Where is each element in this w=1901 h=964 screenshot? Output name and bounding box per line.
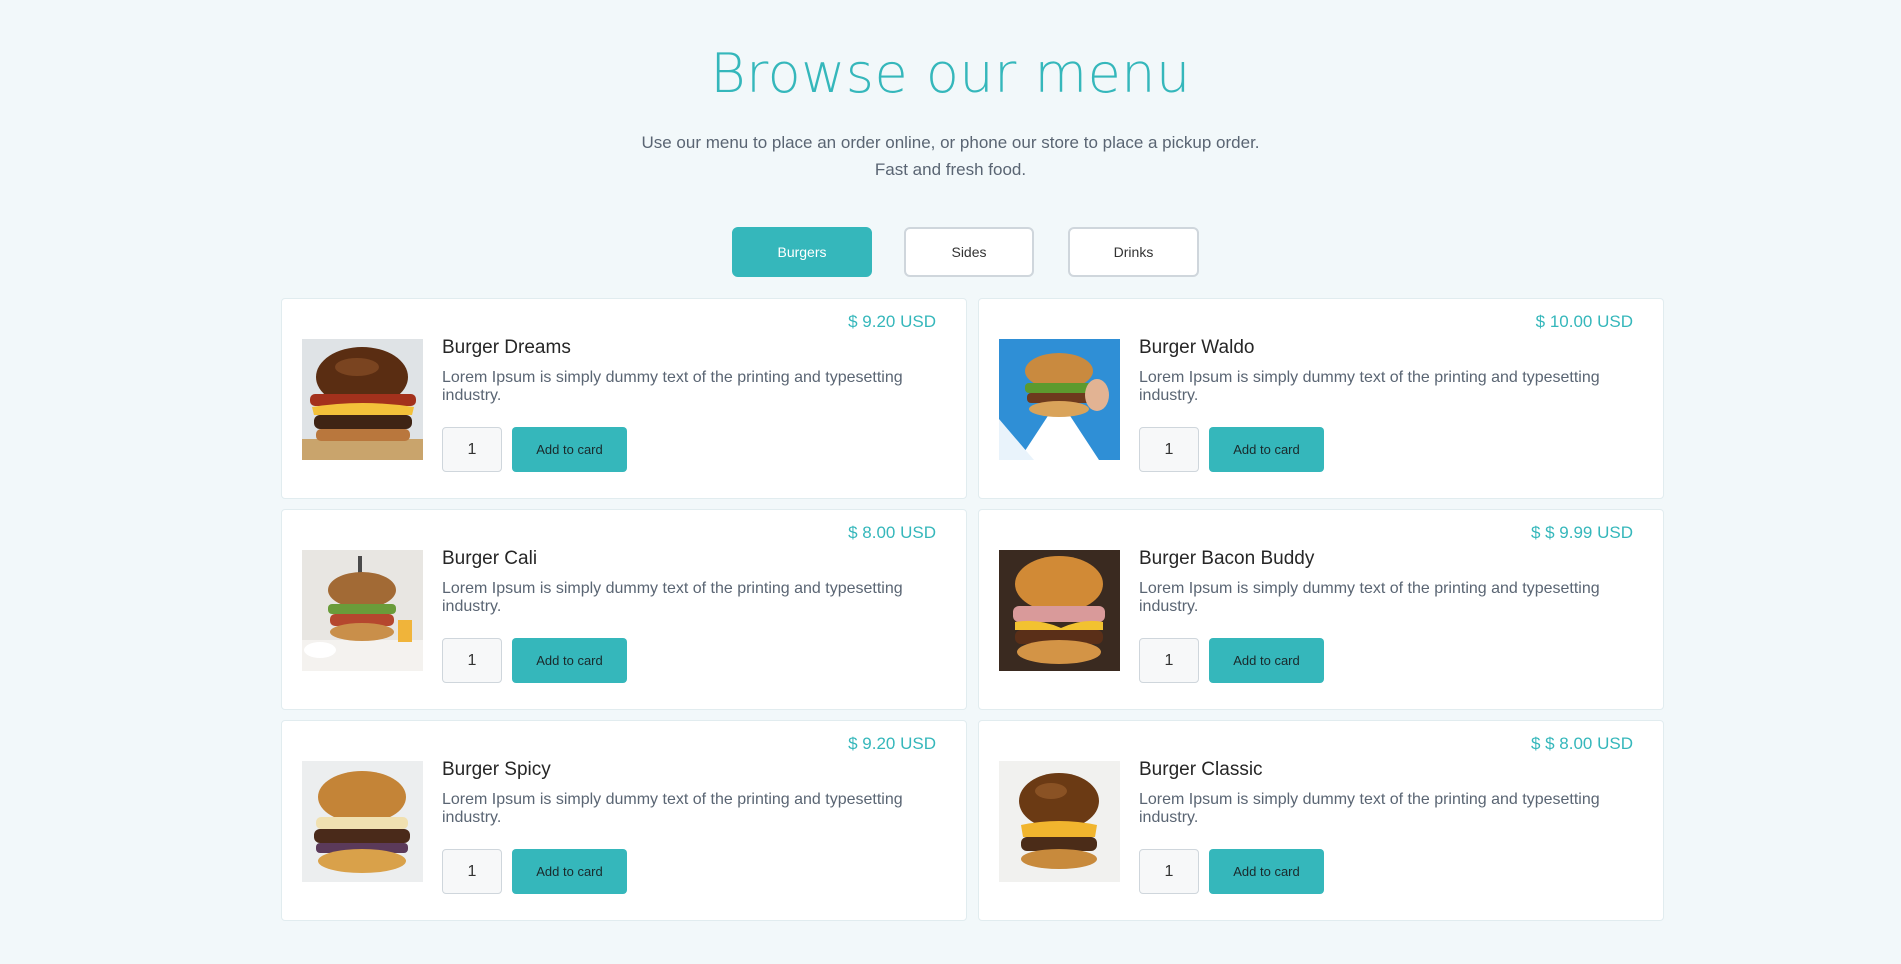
add-to-card-button[interactable]: Add to card	[512, 427, 627, 472]
page-title: Browse our menu	[710, 42, 1191, 105]
tab-burgers[interactable]: Burgers	[732, 227, 872, 277]
menu-item-card: $ 9.20 USD Burger Spicy Lorem Ipsum is s…	[281, 720, 967, 921]
item-description: Lorem Ipsum is simply dummy text of the …	[1139, 369, 1600, 404]
quantity-input[interactable]	[1139, 849, 1199, 894]
menu-item-card: $ $ 9.99 USD Burger Bacon Buddy Lorem Ip…	[978, 509, 1664, 710]
item-price: $ 10.00 USD	[1535, 312, 1633, 331]
item-description: Lorem Ipsum is simply dummy text of the …	[1139, 580, 1600, 615]
quantity-input[interactable]	[442, 849, 502, 894]
menu-item-card: $ 10.00 USD Burger Waldo Lorem Ipsum is …	[978, 298, 1664, 499]
menu-item-card: $ 9.20 USD Burger Dreams Lorem Ipsum is …	[281, 298, 967, 499]
menu-item-card: $ $ 8.00 USD Burger Classic Lorem Ipsum …	[978, 720, 1664, 921]
add-to-card-button[interactable]: Add to card	[512, 638, 627, 683]
item-description: Lorem Ipsum is simply dummy text of the …	[442, 369, 903, 404]
item-description: Lorem Ipsum is simply dummy text of the …	[1139, 791, 1600, 826]
quantity-input[interactable]	[1139, 638, 1199, 683]
burger-dreams-photo	[302, 339, 423, 460]
item-price: $ 9.20 USD	[848, 312, 936, 331]
subtitle-line-2: Fast and fresh food.	[874, 160, 1027, 179]
subtitle-line-1: Use our menu to place an order online, o…	[641, 133, 1260, 152]
item-price: $ $ 8.00 USD	[1530, 734, 1633, 753]
menu-page: Browse our menu Use our menu to place an…	[0, 0, 1901, 964]
burger-waldo-photo	[999, 339, 1120, 460]
tab-sides[interactable]: Sides	[904, 227, 1034, 277]
item-name: Burger Dreams	[442, 337, 571, 358]
item-description: Lorem Ipsum is simply dummy text of the …	[442, 791, 903, 826]
item-price: $ $ 9.99 USD	[1530, 523, 1633, 542]
burger-spicy-photo	[302, 761, 423, 882]
add-to-card-button[interactable]: Add to card	[1209, 849, 1324, 894]
add-to-card-button[interactable]: Add to card	[1209, 638, 1324, 683]
add-to-card-button[interactable]: Add to card	[512, 849, 627, 894]
item-name: Burger Spicy	[442, 759, 551, 780]
burger-bacon-buddy-photo	[999, 550, 1120, 671]
quantity-input[interactable]	[442, 638, 502, 683]
page-subtitle: Use our menu to place an order online, o…	[0, 129, 1901, 183]
item-price: $ 8.00 USD	[848, 523, 936, 542]
burger-cali-photo	[302, 550, 423, 671]
burger-classic-photo	[999, 761, 1120, 882]
menu-item-card: $ 8.00 USD Burger Cali Lorem Ipsum is si…	[281, 509, 967, 710]
quantity-input[interactable]	[1139, 427, 1199, 472]
tab-drinks[interactable]: Drinks	[1068, 227, 1199, 277]
item-name: Burger Waldo	[1139, 337, 1255, 358]
item-price: $ 9.20 USD	[848, 734, 936, 753]
item-name: Burger Classic	[1139, 759, 1263, 780]
item-description: Lorem Ipsum is simply dummy text of the …	[442, 580, 903, 615]
quantity-input[interactable]	[442, 427, 502, 472]
add-to-card-button[interactable]: Add to card	[1209, 427, 1324, 472]
item-name: Burger Cali	[442, 548, 538, 569]
item-name: Burger Bacon Buddy	[1139, 548, 1315, 569]
